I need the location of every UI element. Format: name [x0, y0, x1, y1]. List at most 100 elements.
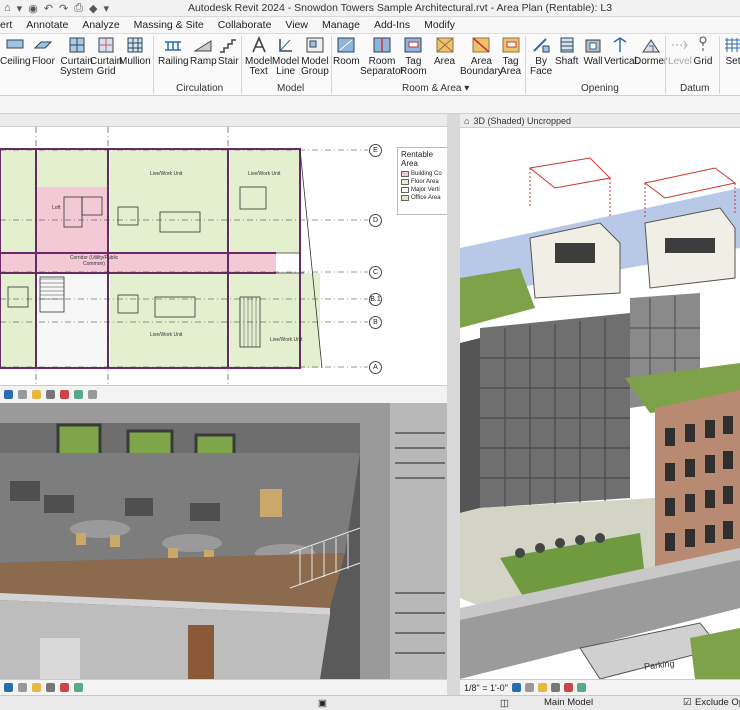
level-button[interactable]: Level	[668, 36, 692, 67]
stair-button[interactable]: Stair	[218, 36, 239, 67]
floor-icon	[33, 36, 53, 54]
grid-bubble-e[interactable]: E	[369, 144, 382, 157]
room-separator-button[interactable]: Room Separator	[360, 36, 404, 77]
area-button[interactable]: Area	[434, 36, 455, 67]
plan-view-control-bar	[0, 385, 447, 403]
curtain-grid-button[interactable]: Curtain Grid	[90, 36, 122, 77]
temporary-hide-icon[interactable]	[576, 683, 586, 692]
ramp-icon	[193, 36, 213, 54]
model-text-icon	[249, 35, 269, 54]
3d-view[interactable]: Parking	[460, 128, 740, 679]
panel-room-area[interactable]: Room & Area ▾	[402, 83, 469, 94]
by-face-button[interactable]: By Face	[530, 36, 552, 77]
room-button[interactable]: Room	[333, 36, 360, 67]
detail-level-icon[interactable]	[511, 683, 521, 692]
tag-room-button[interactable]: Tag Room	[400, 36, 427, 77]
mullion-button[interactable]: Mullion	[119, 36, 151, 67]
tab-manage[interactable]: Manage	[315, 19, 367, 31]
tab-add-ins[interactable]: Add-Ins	[367, 19, 417, 31]
set-workplane-button[interactable]: Set	[723, 36, 740, 67]
model-group-icon	[305, 36, 325, 54]
view-scale[interactable]: 1/8" = 1'-0"	[464, 683, 508, 693]
room-tag[interactable]: Corridor (Utility/Public Common)	[64, 255, 124, 267]
room-tag[interactable]: Live/Work Unit	[270, 337, 302, 343]
crop-view-icon[interactable]	[563, 683, 573, 692]
tab-massing-site[interactable]: Massing & Site	[127, 19, 211, 31]
section-view-control-bar	[0, 679, 447, 695]
tab-analyze[interactable]: Analyze	[75, 19, 126, 31]
detail-level-icon[interactable]	[4, 683, 13, 692]
crop-view-icon[interactable]	[60, 390, 69, 399]
sun-path-icon[interactable]	[537, 683, 547, 692]
crop-view-icon[interactable]	[60, 683, 69, 692]
panel-opening[interactable]: Opening	[581, 83, 619, 94]
grid-bubble-c[interactable]: C	[369, 266, 382, 279]
tab-modify[interactable]: Modify	[417, 19, 462, 31]
legend-swatch	[401, 187, 409, 193]
tab-insert[interactable]: ert	[0, 19, 19, 31]
area-legend[interactable]: Rentable Area Building Co Floor Area Maj…	[397, 147, 447, 215]
vertical-opening-button[interactable]: Vertical	[604, 36, 637, 67]
area-plan-view[interactable]: E D C B.1 B A Loft Live/Work Unit Corrid…	[0, 127, 447, 385]
tab-annotate[interactable]: Annotate	[19, 19, 75, 31]
model-line-button[interactable]: Model Line	[272, 36, 299, 77]
wall-opening-button[interactable]: Wall	[583, 36, 603, 67]
sun-path-icon[interactable]	[32, 683, 41, 692]
area-boundary-button[interactable]: Area Boundary	[460, 36, 503, 77]
visual-style-icon[interactable]	[18, 390, 27, 399]
visual-style-icon[interactable]	[18, 683, 27, 692]
view-tab-3d[interactable]: ⌂ 3D (Shaded) Uncropped	[460, 114, 740, 128]
title-bar: ⌂ ▾ ◉ ↶ ↷ ⎙ ◆ ▾ Autodesk Revit 2024 - Sn…	[0, 0, 740, 17]
shadows-icon[interactable]	[46, 683, 55, 692]
visual-style-icon[interactable]	[524, 683, 534, 692]
grid-bubble-a[interactable]: A	[369, 361, 382, 374]
section-perspective-view[interactable]	[0, 403, 447, 679]
grid-button[interactable]: Grid	[693, 36, 713, 67]
sun-path-icon[interactable]	[32, 390, 41, 399]
panel-circulation[interactable]: Circulation	[176, 83, 223, 94]
room-tag[interactable]: Live/Work Unit	[248, 171, 280, 177]
dormer-button[interactable]: Dormer	[634, 36, 667, 67]
area-boundary-icon	[471, 36, 491, 54]
tab-collaborate[interactable]: Collaborate	[211, 19, 279, 31]
legend-swatch	[401, 195, 409, 201]
panel-model[interactable]: Model	[277, 83, 304, 94]
curtain-grid-icon	[96, 36, 116, 54]
panel-separator	[153, 36, 154, 94]
shadows-icon[interactable]	[46, 390, 55, 399]
room-tag[interactable]: Live/Work Unit	[150, 171, 182, 177]
worksets-icon[interactable]: ▣	[318, 698, 327, 709]
model-group-button[interactable]: Model Group	[301, 36, 329, 77]
temporary-hide-icon[interactable]	[74, 390, 83, 399]
reveal-hidden-icon[interactable]	[88, 390, 97, 399]
ceiling-button[interactable]: Ceiling	[0, 36, 31, 67]
stair-icon	[218, 36, 238, 54]
detail-level-icon[interactable]	[4, 390, 13, 399]
room-tag[interactable]: Loft	[52, 205, 60, 211]
legend-swatch	[401, 179, 409, 185]
panel-separator	[241, 36, 242, 94]
grid-bubble-b1[interactable]: B.1	[369, 293, 382, 306]
ribbon: Ceiling Floor Curtain System Curtain Gri…	[0, 34, 740, 96]
shadows-icon[interactable]	[550, 683, 560, 692]
design-options-icon[interactable]: ◫	[500, 698, 509, 709]
ramp-button[interactable]: Ramp	[190, 36, 217, 67]
tab-view[interactable]: View	[278, 19, 315, 31]
window-title: Autodesk Revit 2024 - Snowdon Towers Sam…	[187, 2, 613, 14]
room-tag[interactable]: Live/Work Unit	[150, 332, 182, 338]
grid-bubble-b[interactable]: B	[369, 316, 382, 329]
panel-datum[interactable]: Datum	[680, 83, 709, 94]
tag-area-button[interactable]: Tag Area	[500, 36, 521, 77]
model-text-button[interactable]: Model Text	[245, 35, 272, 77]
curtain-system-button[interactable]: Curtain System	[60, 36, 93, 77]
railing-button[interactable]: Railing	[158, 36, 189, 67]
exclude-options-checkbox[interactable]: ☑	[683, 697, 692, 708]
floor-button[interactable]: Floor	[32, 36, 55, 67]
active-design-option[interactable]: Main Model	[544, 697, 593, 708]
temporary-hide-icon[interactable]	[74, 683, 83, 692]
section-rendering	[0, 403, 447, 679]
grid-bubble-d[interactable]: D	[369, 214, 382, 227]
shaft-button[interactable]: Shaft	[555, 36, 578, 67]
panel-separator	[331, 36, 332, 94]
level-icon	[670, 36, 690, 54]
